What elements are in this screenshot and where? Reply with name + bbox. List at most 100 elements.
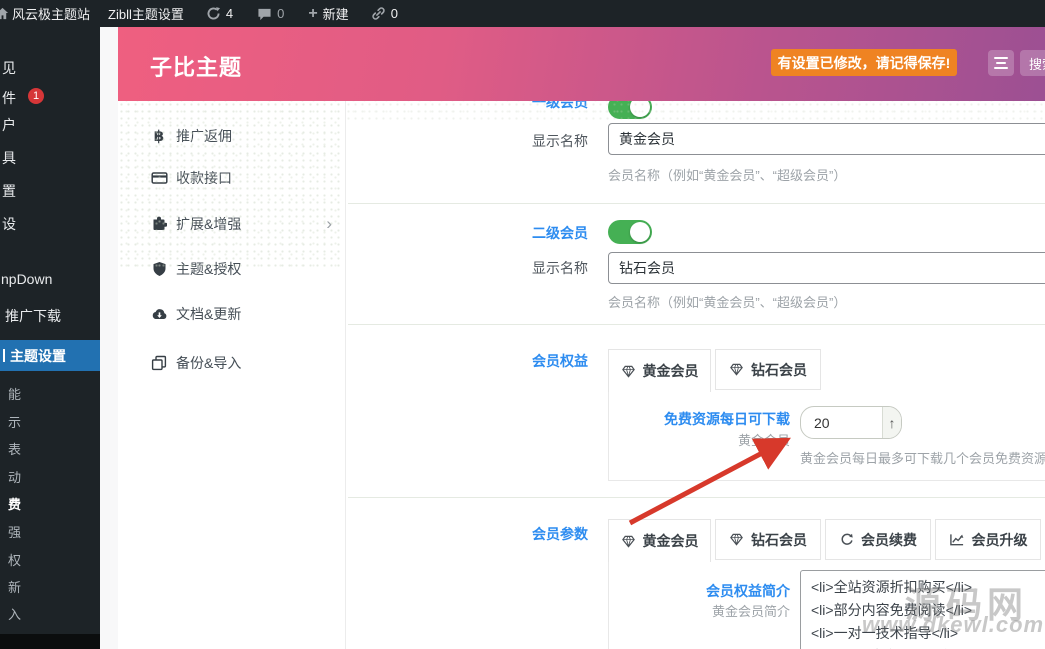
- gem-icon: [729, 362, 744, 377]
- menu-item-backup-import[interactable]: 备份&导入: [118, 346, 344, 380]
- sidebar-item-tools[interactable]: 具: [2, 148, 16, 168]
- adminbar-new[interactable]: + 新建: [299, 0, 357, 27]
- chevron-right-icon: ›: [326, 217, 332, 231]
- theme-settings-menu: ฿ 推广返佣 收款接口 扩展&增强 › 主题&授权 文档&更新: [118, 101, 346, 649]
- submenu-item-enhance[interactable]: 强: [8, 522, 21, 541]
- list-icon: [994, 67, 1008, 69]
- admin-content-gap: [100, 27, 118, 649]
- section-divider: [348, 324, 1045, 325]
- sidebar-item-appearance[interactable]: 见: [2, 58, 16, 78]
- tab-label: 黄金会员: [643, 361, 699, 381]
- sidebar-item-npdown[interactable]: npDown: [1, 271, 52, 287]
- wp-admin-sidebar: 见 件 1 户 具 置 设 npDown 推广下载 商城 主题设置 能 示 表 …: [0, 27, 100, 649]
- tab-params-upgrade[interactable]: 会员升级: [935, 519, 1041, 560]
- menu-label: 主题&授权: [176, 259, 241, 279]
- intro-sublabel: 黄金会员简介: [620, 601, 790, 620]
- submenu-item-features[interactable]: 能: [8, 384, 21, 403]
- adminbar-zibll-settings[interactable]: Zibll主题设置: [99, 0, 193, 27]
- sidebar-item-zibll-theme-settings-active[interactable]: 主题设置: [0, 340, 100, 371]
- tier1-name-label: 显示名称: [448, 131, 588, 151]
- tab-rights-diamond[interactable]: 钻石会员: [715, 349, 821, 390]
- adminbar-links[interactable]: 0: [362, 0, 407, 27]
- params-section-label: 会员参数: [448, 524, 588, 544]
- tier2-help-text: 会员名称（例如“黄金会员”、“超级会员”）: [608, 292, 1045, 311]
- tab-label: 钻石会员: [751, 360, 807, 380]
- bitcoin-icon: ฿: [150, 127, 168, 145]
- list-icon: [996, 62, 1006, 64]
- sidebar-item-plugin1[interactable]: 设: [2, 214, 16, 234]
- sidebar-item-settings[interactable]: 置: [2, 181, 16, 201]
- sidebar-bottom-strip: [0, 634, 100, 649]
- tab-rights-gold[interactable]: 黄金会员: [608, 349, 711, 392]
- comment-count: 0: [277, 6, 284, 21]
- submenu-item-license[interactable]: 权: [8, 550, 21, 569]
- submenu-item-payment-active[interactable]: 费: [8, 494, 21, 513]
- daily-download-help: 黄金会员每日最多可下载几个会员免费资源: [800, 448, 1045, 467]
- submenu-item-import[interactable]: 入: [8, 604, 21, 623]
- submenu-item-list[interactable]: 表: [8, 439, 21, 458]
- rights-section-label: 会员权益: [448, 351, 588, 371]
- plugin-update-badge: 1: [28, 88, 44, 104]
- params-panel-border: [608, 561, 609, 649]
- gem-icon: [621, 364, 636, 379]
- zibll-theme-settings-page: 见 件 1 户 具 置 设 npDown 推广下载 商城 主题设置 能 示 表 …: [0, 0, 1045, 649]
- tier1-help-text: 会员名称（例如“黄金会员”、“超级会员”）: [608, 165, 1045, 184]
- menu-label: 收款接口: [176, 168, 232, 188]
- tier2-toggle[interactable]: [608, 220, 652, 244]
- menu-label: 文档&更新: [176, 304, 241, 324]
- annotation-arrow: [600, 415, 820, 540]
- link-icon: [371, 6, 386, 21]
- cloud-download-icon: [150, 307, 168, 322]
- wp-admin-bar: 风云极主题站 Zibll主题设置 4 0 + 新建 0: [0, 0, 1045, 27]
- menu-item-license[interactable]: 主题&授权: [118, 252, 344, 286]
- adminbar-site-name[interactable]: 风云极主题站: [9, 0, 99, 27]
- update-count: 4: [226, 6, 233, 21]
- menu-list-button[interactable]: [988, 50, 1014, 76]
- save-notice-button[interactable]: 有设置已修改，请记得保存!: [771, 49, 957, 76]
- menu-item-extensions[interactable]: 扩展&增强 ›: [118, 207, 344, 241]
- active-menu-label: 主题设置: [10, 346, 66, 366]
- tier2-name-input[interactable]: [608, 252, 1045, 284]
- link-count: 0: [391, 6, 398, 21]
- partial-glyph: [3, 349, 5, 362]
- toggle-knob: [630, 222, 650, 242]
- search-button[interactable]: 搜索: [1020, 50, 1045, 76]
- menu-item-docs-update[interactable]: 文档&更新: [118, 297, 344, 331]
- adminbar-updates[interactable]: 4: [197, 0, 242, 27]
- intro-label: 会员权益简介: [620, 581, 790, 601]
- arrow-up-icon: ↑: [889, 415, 896, 431]
- home-icon: [0, 7, 9, 20]
- tier2-label: 二级会员: [448, 223, 588, 243]
- card-icon: [150, 170, 168, 186]
- backup-icon: [150, 355, 168, 371]
- comment-icon: [257, 7, 272, 21]
- section-divider: [348, 203, 1045, 204]
- update-icon: [206, 6, 221, 21]
- watermark-url: www.dkewl.com: [862, 612, 1044, 638]
- submenu-item-update[interactable]: 新: [8, 577, 21, 596]
- menu-item-payment-api[interactable]: 收款接口: [118, 161, 344, 195]
- plus-icon: +: [308, 5, 317, 23]
- sidebar-item-users[interactable]: 户: [2, 115, 16, 135]
- new-label: 新建: [323, 4, 349, 23]
- menu-label: 推广返佣: [176, 126, 232, 146]
- menu-label: 备份&导入: [176, 353, 241, 373]
- extension-icon: [150, 216, 168, 232]
- tab-label: 会员升级: [972, 530, 1028, 550]
- upgrade-chart-icon: [949, 532, 965, 547]
- shield-icon: [150, 261, 168, 277]
- sidebar-item-plugins[interactable]: 件: [2, 88, 16, 108]
- renew-icon: [839, 532, 854, 547]
- adminbar-comments[interactable]: 0: [248, 0, 293, 27]
- submenu-item-interaction[interactable]: 动: [8, 467, 21, 486]
- tier1-name-input[interactable]: [608, 123, 1045, 155]
- stepper-up-button[interactable]: ↑: [882, 407, 901, 438]
- tab-params-renew[interactable]: 会员续费: [825, 519, 931, 560]
- theme-header: 子比主题 有设置已修改，请记得保存! 搜索: [118, 27, 1045, 101]
- list-icon: [994, 57, 1008, 59]
- tier2-name-label: 显示名称: [448, 258, 588, 278]
- sidebar-item-promo-download[interactable]: 推广下载: [5, 306, 61, 326]
- submenu-item-display[interactable]: 示: [8, 412, 21, 431]
- tab-label: 会员续费: [861, 530, 917, 550]
- menu-item-commission[interactable]: ฿ 推广返佣: [118, 119, 344, 153]
